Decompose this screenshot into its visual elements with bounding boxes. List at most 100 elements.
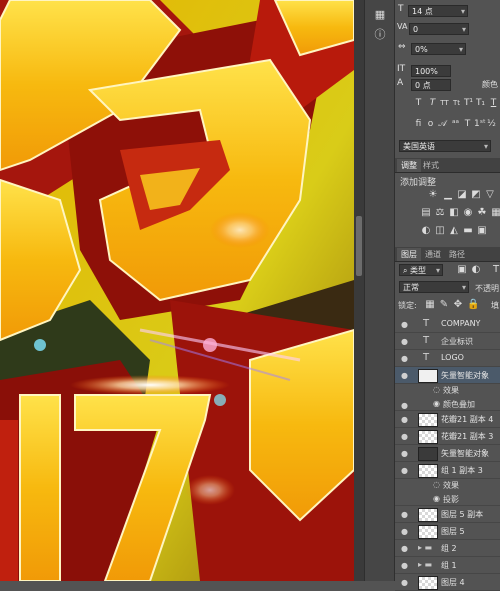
layer-filter-select[interactable]: ⌕ 类型 [399, 264, 443, 277]
smart-object-thumbnail [418, 447, 438, 461]
visibility-eye-icon[interactable]: ● [401, 561, 408, 570]
layer-thumbnail [418, 464, 438, 478]
visibility-eye-icon[interactable]: ● [401, 354, 408, 363]
group-row[interactable]: ● ▸ ▬ 组 1 [395, 557, 500, 574]
visibility-eye-icon[interactable]: ● [401, 320, 408, 329]
small-caps-button[interactable]: Tt [451, 97, 462, 109]
folder-icon[interactable]: ▸ ▬ [418, 543, 432, 552]
layer-row-selected[interactable]: ● 矢量智能对象 [395, 367, 500, 384]
posterize-icon[interactable]: ◫ [435, 226, 445, 236]
filter-adjustment-icon[interactable]: ◐ [471, 265, 481, 275]
group-row[interactable]: ● ▸ ▬ 组 2 [395, 540, 500, 557]
channel-mixer-icon[interactable]: ☘ [477, 208, 487, 218]
layer-row[interactable]: ● T COMPANY [395, 316, 500, 333]
photo-filter-icon[interactable]: ◉ [463, 208, 473, 218]
layer-name: 组 1 [441, 561, 457, 570]
adjustments-tabbar: 调整 样式 [395, 158, 500, 173]
effects-row[interactable]: ◌ 效果 [395, 479, 500, 492]
underline-button[interactable]: T [488, 97, 499, 109]
layer-row[interactable]: ● T LOGO [395, 350, 500, 367]
gradient-map-icon[interactable]: ▬ [463, 226, 473, 236]
layer-row[interactable]: ● T 企业标识 [395, 333, 500, 350]
superscript-button[interactable]: T¹ [463, 97, 474, 109]
visibility-eye-icon[interactable]: ● [401, 449, 408, 458]
faux-italic-button[interactable]: T [427, 97, 438, 109]
effect-row[interactable]: ◉ 投影 [395, 492, 500, 506]
all-caps-button[interactable]: TT [439, 97, 450, 109]
filter-pixel-icon[interactable]: ▣ [457, 265, 467, 275]
info-icon[interactable]: ⓘ [371, 26, 389, 44]
lock-transparent-icon[interactable]: ▦ [425, 300, 435, 310]
invert-icon[interactable]: ◐ [421, 226, 431, 236]
font-size-icon: T [398, 4, 404, 14]
visibility-eye-icon[interactable]: ● [401, 371, 408, 380]
effects-row[interactable]: ◌ 效果 [395, 384, 500, 397]
faux-bold-button[interactable]: T [413, 97, 424, 109]
layer-row[interactable]: ● 图层 4 [395, 574, 500, 591]
ligature-button[interactable]: ﬁ [413, 118, 424, 130]
black-white-icon[interactable]: ◧ [449, 208, 459, 218]
kerning-field[interactable]: 0% [411, 43, 466, 56]
visibility-eye-icon[interactable]: ● [401, 415, 408, 424]
document-canvas[interactable] [0, 0, 354, 581]
history-icon[interactable]: ▦ [371, 6, 389, 24]
hue-saturation-icon[interactable]: ▤ [421, 208, 431, 218]
threshold-icon[interactable]: ◭ [449, 226, 459, 236]
visibility-eye-icon[interactable]: ● [401, 432, 408, 441]
visibility-eye-icon[interactable]: ● [401, 510, 408, 519]
subscript-button[interactable]: T₁ [475, 97, 486, 109]
layer-row[interactable]: ● 图层 5 [395, 523, 500, 540]
tab-paths[interactable]: 路径 [445, 248, 469, 261]
layer-row[interactable]: ● 组 1 副本 3 [395, 462, 500, 479]
tab-styles[interactable]: 样式 [419, 159, 443, 172]
visibility-eye-icon[interactable]: ● [401, 544, 408, 553]
vertical-scale-field[interactable]: 100% [411, 65, 451, 77]
selective-color-icon[interactable]: ▣ [477, 226, 487, 236]
language-select[interactable]: 美国英语 [399, 140, 491, 153]
visibility-eye-icon[interactable]: ● [401, 337, 408, 346]
swash-button[interactable]: 𝒜 [437, 118, 448, 130]
visibility-eye-icon[interactable]: ● [401, 466, 408, 475]
effect-eye-icon[interactable]: ◉ [433, 399, 440, 408]
canvas-scrollbar[interactable] [354, 0, 364, 581]
vibrance-icon[interactable]: ▽ [485, 190, 495, 200]
blend-mode-select[interactable]: 正常 [399, 281, 469, 294]
color-balance-icon[interactable]: ⚖ [435, 208, 445, 218]
scrollbar-thumb[interactable] [356, 216, 362, 276]
layer-row[interactable]: ● 花瓣21 副本 4 [395, 411, 500, 428]
effect-row[interactable]: ● ◉ 颜色叠加 [395, 397, 500, 411]
layer-row[interactable]: ● 矢量智能对象 [395, 445, 500, 462]
font-size-field[interactable]: 14 点 [408, 5, 468, 18]
ordinal-st-button[interactable]: 1ˢᵗ [474, 118, 486, 130]
layer-name: 图层 5 [441, 527, 465, 536]
visibility-eye-icon[interactable]: ● [401, 401, 408, 410]
levels-icon[interactable]: ▁ [443, 190, 453, 200]
lock-position-icon[interactable]: ✥ [453, 300, 463, 310]
tab-channels[interactable]: 通道 [421, 248, 445, 261]
layer-row[interactable]: ● 花瓣21 副本 3 [395, 428, 500, 445]
color-lookup-icon[interactable]: ▦ [491, 208, 500, 218]
lock-image-icon[interactable]: ✎ [439, 300, 449, 310]
exposure-icon[interactable]: ◩ [471, 190, 481, 200]
layer-row[interactable]: ● 图层 5 副本 [395, 506, 500, 523]
layer-name: 图层 4 [441, 578, 465, 587]
alternates-button[interactable]: ᵃᵃ [450, 118, 461, 130]
layer-name: 矢量智能对象 [441, 449, 489, 458]
tracking-field[interactable]: 0 [409, 23, 469, 36]
tab-layers[interactable]: 图层 [397, 248, 421, 261]
baseline-shift-field[interactable]: 0 点 [411, 79, 451, 91]
folder-icon[interactable]: ▸ ▬ [418, 560, 432, 569]
tab-adjustments[interactable]: 调整 [397, 159, 421, 172]
filter-type-icon[interactable]: T [491, 265, 500, 275]
brightness-icon[interactable]: ☀ [428, 190, 438, 200]
curves-icon[interactable]: ◪ [457, 190, 467, 200]
ordinals-button[interactable]: o [425, 118, 436, 130]
fraction-button[interactable]: ½ [486, 118, 497, 130]
visibility-eye-icon[interactable]: ● [401, 578, 408, 587]
effect-eye-icon[interactable]: ◉ [433, 494, 440, 503]
lock-all-icon[interactable]: 🔒 [467, 300, 479, 310]
layer-name: 组 1 副本 3 [441, 466, 483, 475]
filter-search-icon: ⌕ [403, 266, 408, 275]
visibility-eye-icon[interactable]: ● [401, 527, 408, 536]
titling-button[interactable]: T [462, 118, 473, 130]
